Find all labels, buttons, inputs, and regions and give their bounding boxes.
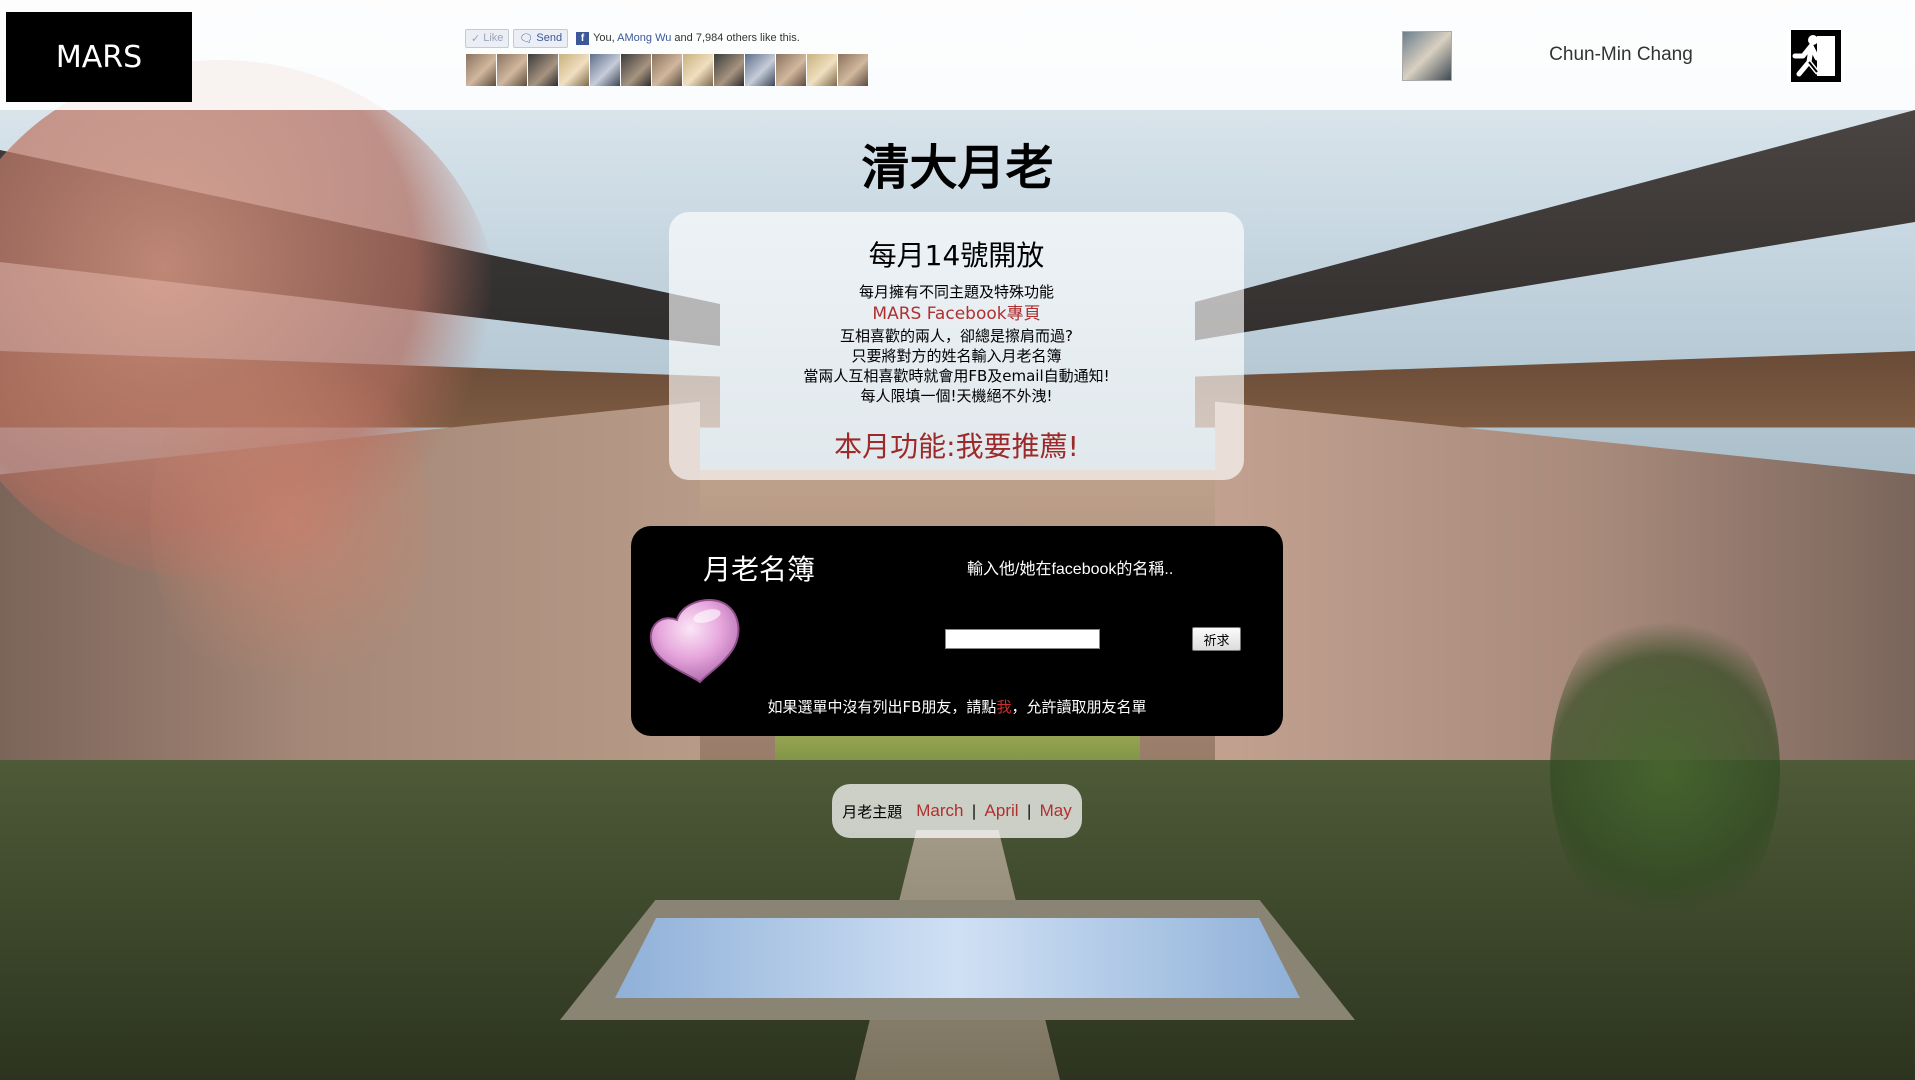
heart-icon [649,599,740,684]
registry-title: 月老名簿 [703,553,816,586]
fb-like-button[interactable]: ✓ Like [465,28,510,48]
friend-name-input[interactable] [945,629,1100,649]
separator: | [1026,802,1032,820]
info-line-question: 互相喜歡的兩人，卻總是擦肩而過? [840,327,1073,345]
user-avatar[interactable] [1402,31,1452,81]
green-tree [1550,600,1780,940]
fb-friend-face[interactable] [652,54,682,86]
fb-send-label: Send [536,32,563,44]
permission-note: 如果選單中沒有列出FB朋友，請點我，允許讀取朋友名單 [631,696,1283,717]
themes-label: 月老主題 [842,802,903,821]
fb-like-label: Like [483,32,504,44]
fb-friend-face[interactable] [497,54,527,86]
permission-link[interactable]: 我 [996,698,1011,716]
page-title: 清大月老 [861,140,1054,196]
exit-running-man-icon[interactable] [1787,28,1845,84]
top-bar: MARS ✓ Like 🗨 Send f You, AMong Wu and 7… [0,0,1915,110]
fb-send-button[interactable]: 🗨 Send [513,28,569,48]
info-line-themes: 每月擁有不同主題及特殊功能 [858,283,1054,301]
fb-friend-face[interactable] [528,54,558,86]
facebook-like-widget: ✓ Like 🗨 Send f You, AMong Wu and 7,984 … [465,26,800,50]
fb-friend-face[interactable] [683,54,713,86]
mars-facebook-link[interactable]: MARS Facebook專頁 [669,304,1244,324]
separator: | [971,802,977,820]
check-icon: ✓ [471,32,481,45]
fb-friend-face[interactable] [807,54,837,86]
fb-friend-face[interactable] [559,54,589,86]
pool-water [615,918,1300,998]
facebook-icon: f [576,31,590,45]
fb-like-count-text: You, AMong Wu and 7,984 others like this… [593,32,800,44]
fb-friend-face[interactable] [838,54,868,86]
speech-bubble-icon: 🗨 [519,32,534,45]
permission-note-suffix: ，允許讀取朋友名單 [1011,698,1147,716]
fb-friend-face[interactable] [466,54,496,86]
theme-link-may[interactable]: May [1040,801,1072,821]
info-panel: 每月14號開放 每月擁有不同主題及特殊功能 MARS Facebook專頁 互相… [669,212,1244,480]
blossom-tree-lower [150,330,430,710]
fb-friend-face[interactable] [590,54,620,86]
permission-note-prefix: 如果選單中沒有列出FB朋友，請點 [767,698,997,716]
fb-text-prefix: You, [593,32,618,44]
fb-friend-face[interactable] [776,54,806,86]
mars-logo[interactable]: MARS [6,12,192,102]
monthly-themes-nav: 月老主題 March | April | May [832,784,1082,838]
info-line-notify: 當兩人互相喜歡時就會用FB及email自動通知! [803,367,1110,385]
fb-friend-faces [466,54,868,86]
registry-panel: 月老名簿 輸入他/她在facebook的名稱.. 祈求 如果選單中沒有列出FB朋… [631,526,1283,736]
fb-friend-face[interactable] [714,54,744,86]
fb-friend-link[interactable]: AMong Wu [617,32,671,44]
registry-hint: 輸入他/她在facebook的名稱.. [967,561,1174,578]
fb-friend-face[interactable] [621,54,651,86]
info-line-instruction: 只要將對方的姓名輸入月老名簿 [851,347,1062,365]
fb-friend-face[interactable] [745,54,775,86]
theme-link-april[interactable]: April [985,801,1019,821]
fb-text-suffix: and 7,984 others like this. [671,32,800,44]
monthly-feature-link[interactable]: 本月功能:我要推薦! [669,425,1244,465]
pray-button[interactable]: 祈求 [1192,627,1241,651]
user-name[interactable]: Chun-Min Chang [1510,44,1732,66]
info-line-limit: 每人限填一個!天機絕不外洩! [860,387,1053,405]
theme-link-march[interactable]: March [916,801,963,821]
open-date-heading: 每月14號開放 [868,239,1045,272]
